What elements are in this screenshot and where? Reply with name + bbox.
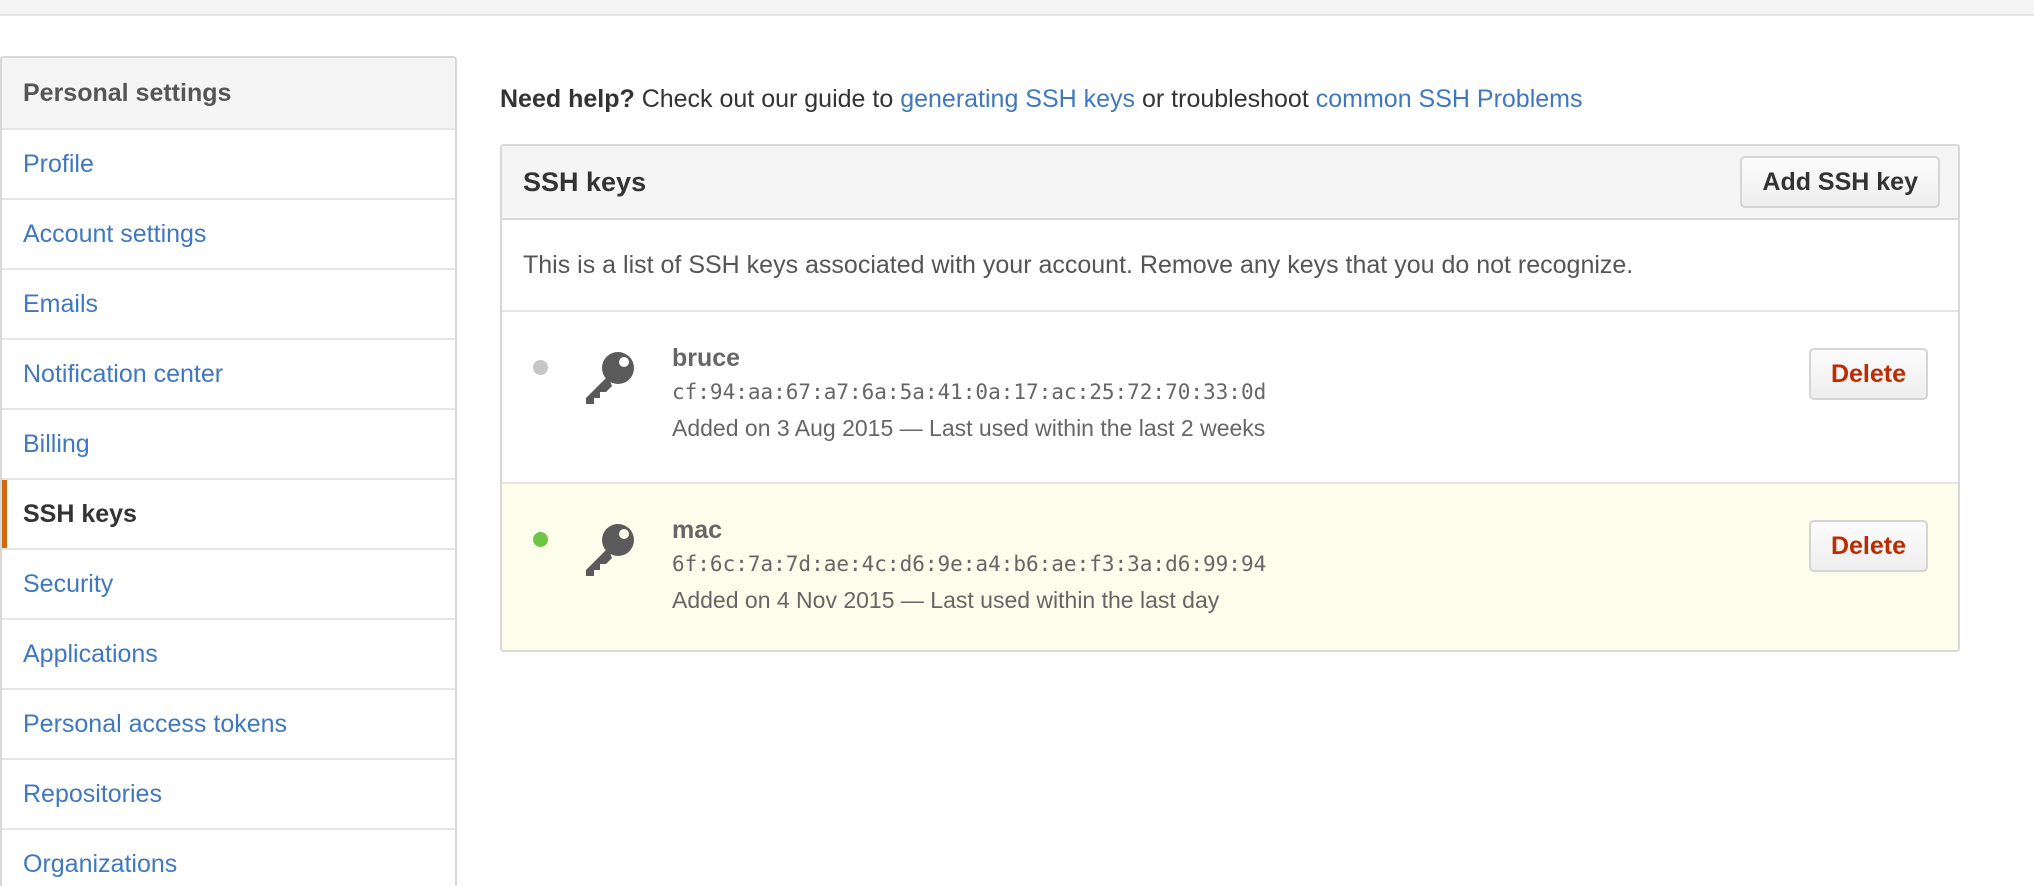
settings-sidebar: Personal settings Profile Account settin… [0, 56, 457, 886]
delete-key-button[interactable]: Delete [1808, 348, 1928, 400]
sidebar-item-security[interactable]: Security [2, 550, 455, 620]
ssh-keys-description: This is a list of SSH keys associated wi… [502, 220, 1958, 312]
ssh-keys-box-header: SSH keys Add SSH key [502, 146, 1958, 220]
key-icon [586, 524, 634, 576]
ssh-key-meta: Added on 4 Nov 2015 — Last used within t… [672, 587, 1220, 613]
ssh-key-fingerprint: 6f:6c:7a:7d:ae:4c:d6:9e:a4:b6:ae:f3:3a:d… [672, 552, 1267, 576]
sidebar-item-repositories[interactable]: Repositories [2, 760, 455, 830]
ssh-key-actions: Delete [1808, 348, 1928, 400]
sidebar-item-personal-access-tokens[interactable]: Personal access tokens [2, 690, 455, 760]
help-text-part: Check out our guide to [634, 85, 901, 113]
main-content: Need help? Check out our guide to genera… [500, 56, 1960, 652]
sidebar-item-organizations[interactable]: Organizations [2, 830, 455, 886]
ssh-key-row: mac 6f:6c:7a:7d:ae:4c:d6:9e:a4:b6:ae:f3:… [502, 482, 1958, 650]
sidebar-header: Personal settings [2, 58, 455, 130]
sidebar-item-account-settings[interactable]: Account settings [2, 200, 455, 270]
ssh-key-title: mac [672, 516, 723, 544]
delete-key-button[interactable]: Delete [1808, 520, 1928, 572]
common-ssh-problems-link[interactable]: common SSH Problems [1316, 85, 1583, 113]
ssh-key-row: bruce cf:94:aa:67:a7:6a:5a:41:0a:17:ac:2… [502, 312, 1958, 482]
sidebar-item-emails[interactable]: Emails [2, 270, 455, 340]
help-text: Need help? Check out our guide to genera… [500, 56, 1960, 138]
help-label: Need help? [500, 85, 635, 113]
ssh-key-title: bruce [672, 344, 741, 372]
sidebar-item-profile[interactable]: Profile [2, 130, 455, 200]
sidebar-item-applications[interactable]: Applications [2, 620, 455, 690]
key-icon [586, 352, 634, 404]
add-ssh-key-button[interactable]: Add SSH key [1740, 156, 1940, 208]
sidebar-item-notification-center[interactable]: Notification center [2, 340, 455, 410]
ssh-key-meta: Added on 3 Aug 2015 — Last used within t… [672, 415, 1266, 441]
status-dot-icon [533, 532, 548, 547]
ssh-key-actions: Delete [1808, 520, 1928, 572]
ssh-key-info: bruce cf:94:aa:67:a7:6a:5a:41:0a:17:ac:2… [672, 342, 1266, 447]
generating-ssh-keys-link[interactable]: generating SSH keys [900, 85, 1135, 113]
top-bar [0, 0, 2034, 16]
ssh-key-fingerprint: cf:94:aa:67:a7:6a:5a:41:0a:17:ac:25:72:7… [672, 380, 1267, 404]
ssh-key-info: mac 6f:6c:7a:7d:ae:4c:d6:9e:a4:b6:ae:f3:… [672, 514, 1266, 619]
ssh-keys-title: SSH keys [523, 166, 647, 197]
sidebar-item-ssh-keys[interactable]: SSH keys [2, 480, 455, 550]
status-dot-icon [533, 360, 548, 375]
ssh-keys-box: SSH keys Add SSH key This is a list of S… [500, 144, 1960, 652]
sidebar-item-billing[interactable]: Billing [2, 410, 455, 480]
help-text-part: or troubleshoot [1135, 85, 1316, 113]
